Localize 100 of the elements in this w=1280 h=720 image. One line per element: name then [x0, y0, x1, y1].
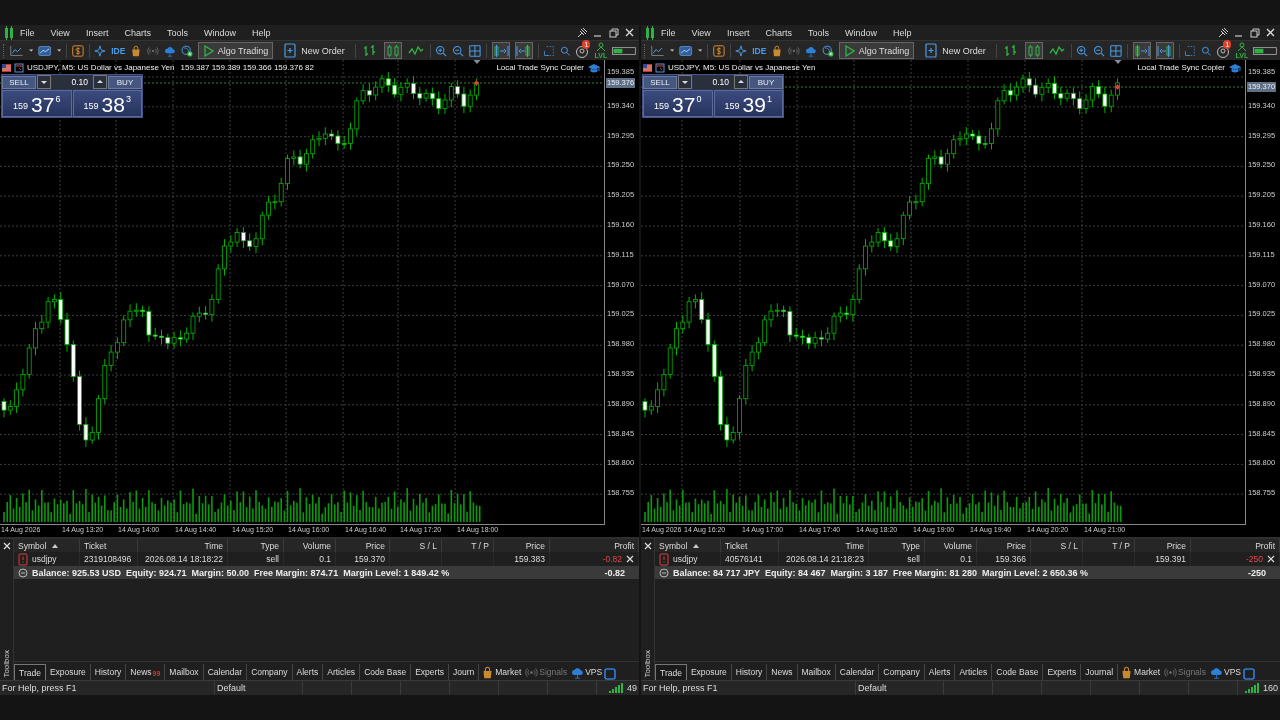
close-position-icon[interactable] [1267, 555, 1275, 563]
app-square-icon[interactable] [604, 668, 617, 680]
table-cell: usdjpy [673, 554, 698, 564]
sell-button[interactable]: SELL [643, 75, 677, 89]
sparkle-icon[interactable] [735, 42, 748, 59]
column-header[interactable]: Symbol [655, 539, 721, 552]
column-header[interactable]: S / L [390, 539, 442, 552]
broadcast-icon [1164, 665, 1178, 679]
sparkle-icon[interactable] [94, 42, 107, 59]
ide-button[interactable]: IDE [111, 45, 126, 56]
column-header[interactable]: Price [336, 539, 390, 552]
toolbox-tab[interactable]: Trade [655, 664, 687, 680]
dollar-icon[interactable] [71, 42, 84, 59]
close-position-icon[interactable] [626, 555, 634, 563]
sell-button[interactable]: SELL [2, 75, 36, 89]
buy-button[interactable]: BUY [108, 75, 142, 89]
toolbox-title: Toolbox [2, 650, 11, 678]
toolbox-tab[interactable]: Trade [14, 664, 46, 680]
restore-icon[interactable] [608, 27, 619, 38]
column-header[interactable]: Profit [550, 539, 639, 552]
volume-down-icon[interactable] [678, 75, 692, 89]
menu-item[interactable]: Tools [801, 27, 835, 38]
close-icon[interactable] [624, 27, 635, 38]
volume-field[interactable]: 0.10 [693, 75, 733, 89]
table-cell: 2026.08.14 18:18:22 [145, 554, 223, 564]
person-icon[interactable] [1235, 42, 1248, 52]
volume-up-icon[interactable] [734, 75, 748, 89]
column-header[interactable]: Price [494, 539, 550, 552]
column-header[interactable]: Ticket [721, 539, 779, 552]
column-header[interactable]: Symbol [14, 539, 80, 552]
volume-down-icon[interactable] [37, 75, 51, 89]
column-header[interactable]: Profit [1191, 539, 1280, 552]
volume-field[interactable]: 0.10 [52, 75, 92, 89]
volume-up-icon[interactable] [93, 75, 107, 89]
chart-shift-button[interactable] [1132, 42, 1151, 59]
account-icon[interactable] [575, 43, 590, 58]
column-header[interactable]: Ticket [80, 539, 138, 552]
person-icon[interactable] [594, 42, 607, 52]
table-cell: 40576141 [725, 554, 763, 564]
toolbox-tab[interactable]: Market [479, 664, 524, 680]
graduation-cap-icon [1228, 62, 1242, 73]
candlestick-button[interactable] [383, 42, 402, 59]
toolbox-tab[interactable]: Market [1118, 664, 1163, 680]
column-header[interactable]: T / P [1083, 539, 1135, 552]
column-header[interactable]: Volume [925, 539, 977, 552]
menu-item[interactable]: Insert [79, 27, 115, 38]
column-header[interactable]: T / P [442, 539, 494, 552]
chart-shift-button[interactable] [491, 42, 510, 59]
collapse-icon[interactable] [659, 567, 669, 578]
pin-icon[interactable] [576, 27, 587, 38]
ide-button[interactable]: IDE [752, 45, 767, 56]
column-header[interactable]: Volume [284, 539, 336, 552]
dollar-icon[interactable] [712, 42, 725, 59]
account-icon[interactable] [1216, 43, 1231, 58]
battery-icon [612, 45, 636, 56]
column-header[interactable]: Price [977, 539, 1031, 552]
app-square-icon[interactable] [1243, 668, 1255, 680]
close-icon[interactable] [643, 542, 652, 550]
caret-icon[interactable] [28, 49, 34, 52]
tile-windows-icon[interactable] [468, 42, 481, 59]
column-header[interactable]: Time [138, 539, 228, 552]
candlestick-button[interactable] [1024, 42, 1043, 59]
pin-icon[interactable] [1217, 27, 1228, 38]
column-header[interactable]: Price [1135, 539, 1191, 552]
toolbox-tab[interactable]: VPS [1208, 664, 1243, 680]
menu-item[interactable]: View [685, 27, 717, 38]
column-header[interactable]: Type [869, 539, 925, 552]
menu-item[interactable]: View [44, 27, 76, 38]
caret-icon[interactable] [669, 49, 675, 52]
column-header[interactable]: Time [779, 539, 869, 552]
caret-icon[interactable] [56, 49, 61, 52]
menu-item[interactable]: Insert [720, 27, 756, 38]
close-icon[interactable] [2, 542, 11, 550]
restore-icon[interactable] [1249, 27, 1260, 38]
auto-scroll-button[interactable] [514, 42, 533, 59]
algo-trading-button[interactable]: Algo Trading [838, 42, 915, 59]
menu-item[interactable]: Window [838, 27, 883, 38]
toolbox-tab[interactable]: VPS [569, 664, 605, 680]
table-cell: 0.1 [960, 554, 972, 564]
algo-trading-button[interactable]: Algo Trading [197, 42, 274, 59]
menu-item[interactable]: Help [886, 27, 918, 38]
menu-item[interactable]: File [655, 27, 682, 38]
menu-item[interactable]: Tools [160, 27, 194, 38]
collapse-icon[interactable] [18, 567, 28, 578]
column-header[interactable]: S / L [1031, 539, 1083, 552]
sort-arrow-icon [693, 543, 700, 548]
auto-scroll-button[interactable] [1155, 42, 1174, 59]
tile-windows-icon[interactable] [1109, 42, 1122, 59]
menu-item[interactable]: File [14, 27, 41, 38]
new-order-button[interactable]: New Order [278, 42, 350, 59]
app-logo-icon [645, 25, 655, 40]
buy-button[interactable]: BUY [749, 75, 783, 89]
caret-icon[interactable] [697, 49, 702, 52]
close-icon[interactable] [1265, 27, 1276, 38]
menu-item[interactable]: Help [245, 27, 277, 38]
new-order-button[interactable]: New Order [919, 42, 991, 59]
menu-item[interactable]: Charts [759, 27, 798, 38]
menu-item[interactable]: Window [197, 27, 242, 38]
menu-item[interactable]: Charts [118, 27, 157, 38]
column-header[interactable]: Type [228, 539, 284, 552]
